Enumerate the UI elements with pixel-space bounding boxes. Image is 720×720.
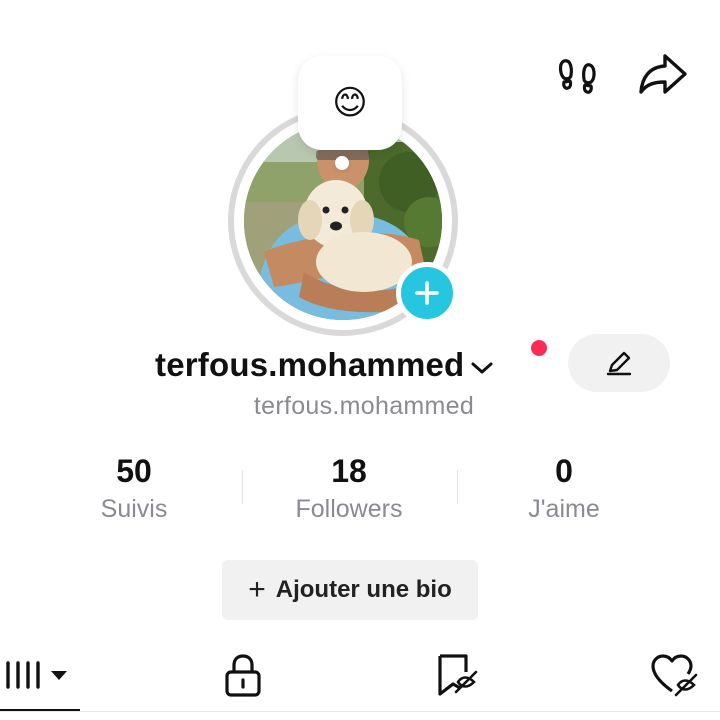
repost-icon [438,654,478,696]
stat-likes[interactable]: 0 J'aime [464,452,664,526]
plus-icon [415,281,439,305]
account-switcher[interactable]: terfous.mohammed [155,340,494,390]
stat-label: Suivis [100,495,168,523]
liked-hidden-icon [651,654,698,697]
footprints-icon [558,59,596,94]
username: terfous.mohammed [155,346,465,383]
tab-videos[interactable] [0,640,80,710]
lock-icon [225,654,261,697]
share-icon [639,54,687,94]
stat-divider [457,470,458,504]
grid-icon [6,661,67,689]
tab-private[interactable] [210,640,276,710]
profile-page: 😊 terfous.mohammed terfous.mohammed 50 S… [0,0,720,720]
tab-reposts[interactable] [424,640,490,710]
add-photo-button[interactable] [396,262,458,324]
footprints-button[interactable] [552,50,604,100]
plus-icon: + [248,573,266,606]
stat-label: J'aime [528,495,600,523]
tab-liked[interactable] [640,640,710,710]
mood-bubble[interactable]: 😊 [298,56,402,150]
stat-following[interactable]: 50 Suivis [34,452,234,526]
tabs-divider [0,711,720,712]
add-bio-label: Ajouter une bio [275,576,452,603]
stat-label: Followers [295,495,403,523]
chevron-down-icon [471,362,493,374]
user-handle: terfous.mohammed [253,392,475,420]
pencil-icon [606,351,632,376]
notification-dot [529,338,549,358]
stat-followers[interactable]: 18 Followers [249,452,449,526]
mood-emoji: 😊 [332,84,368,122]
stat-value: 18 [331,453,367,489]
stat-value: 50 [116,453,152,489]
edit-profile-button[interactable] [568,334,670,392]
stat-divider [242,470,243,504]
add-bio-button[interactable]: + Ajouter une bio [222,560,478,620]
share-profile-button[interactable] [632,48,694,100]
mood-bubble-tail [335,156,349,170]
stat-value: 0 [555,453,573,489]
